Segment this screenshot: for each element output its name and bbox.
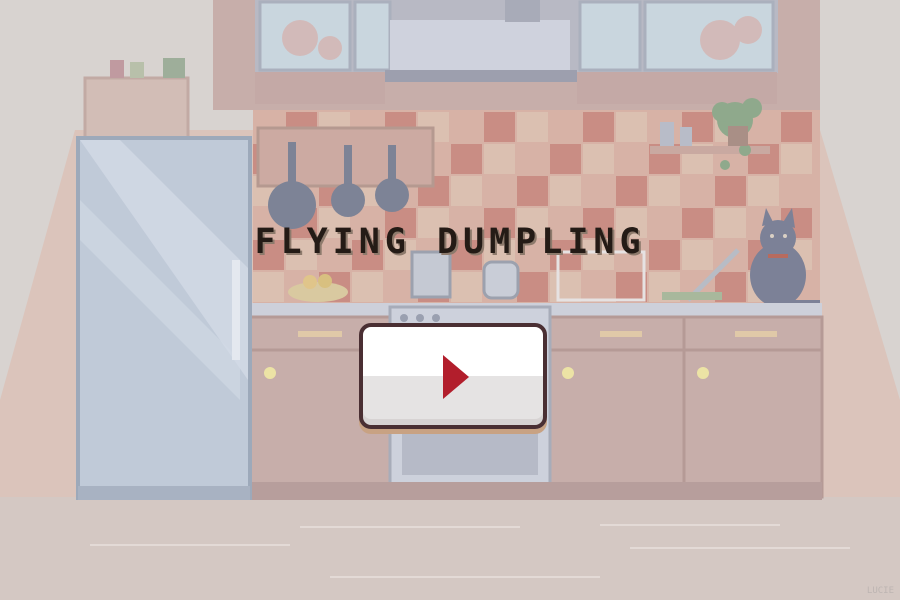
game-title: FLYING DUMPLING: [254, 222, 646, 262]
play-button[interactable]: [359, 323, 547, 429]
play-triangle-icon: [443, 355, 469, 399]
kitchen-background: [0, 0, 900, 600]
watermark: LUCIE: [866, 586, 894, 596]
title-screen: FLYING DUMPLING LUCIE: [0, 0, 900, 600]
